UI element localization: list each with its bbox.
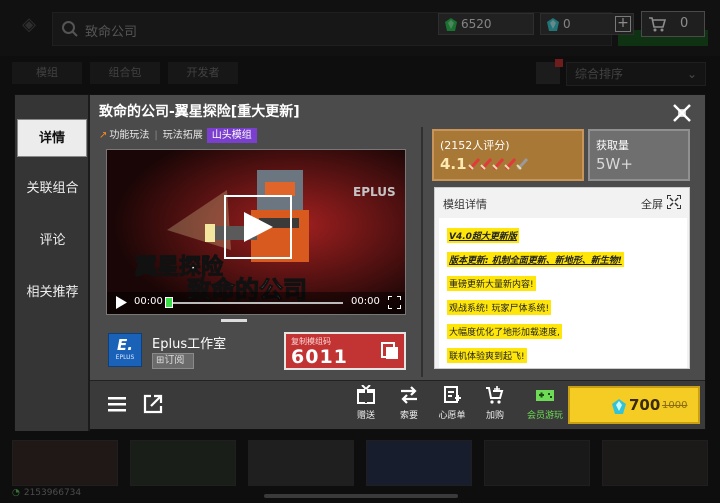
sidebar-item-comments[interactable]: 评论 — [15, 222, 90, 260]
fullscreen-icon[interactable] — [388, 296, 401, 309]
author-avatar[interactable]: E. EPLUS — [108, 333, 142, 367]
expand-icon[interactable] — [667, 195, 681, 209]
sidebar-item-related-bundles[interactable]: 关联组合 — [15, 170, 90, 208]
author-name[interactable]: Eplus工作室 — [152, 333, 226, 352]
add-to-cart-button[interactable]: 加购 — [475, 385, 515, 427]
details-header: 模组详情 全屏 — [435, 188, 689, 216]
rating-sword-icon — [492, 157, 504, 171]
buy-button[interactable]: 700 1000 — [568, 386, 700, 424]
wishlist-icon — [444, 386, 461, 403]
wishlist-label: 心愿单 — [438, 411, 466, 421]
author-logo-sub: EPLUS — [115, 354, 135, 361]
media-page-indicator — [221, 319, 247, 322]
menu-icon[interactable] — [106, 393, 128, 415]
details-line: V4.0超大更新版 — [447, 228, 519, 243]
divider — [421, 127, 423, 377]
downloads-label: 获取量 — [596, 139, 629, 152]
cart-add-icon — [486, 386, 504, 404]
rating-sword-icon — [516, 157, 528, 171]
gift-button[interactable]: 赠送 — [346, 385, 386, 427]
details-line: 大幅度优化了地形加载速度, — [447, 324, 562, 339]
downloads-value: 5W+ — [596, 155, 633, 173]
rating-count: (2152人评分) — [440, 139, 510, 152]
vip-play-label: 会员游玩 — [526, 411, 563, 421]
add-to-cart-label: 加购 — [485, 411, 504, 421]
details-content[interactable]: V4.0超大更新版 版本更新: 机制全面更新、新地形、新生物! 重磅更新大量新内… — [439, 218, 687, 368]
video-frame: EPLUS 翼星探险 致命的公司 — [107, 150, 405, 314]
mod-detail-dialog: 详情 关联组合 评论 相关推荐 致命的公司-翼星探险[重大更新] ↗ 功能玩法 | 玩… — [14, 94, 706, 431]
video-controls: 00:00 00:00 — [107, 292, 405, 314]
mod-details-panel: 模组详情 全屏 V4.0超大更新版 版本更新: 机制全面更新、新地形、新生物! … — [434, 187, 690, 369]
trend-arrow-icon: ↗ — [99, 130, 108, 141]
rating-score: 4.1 — [440, 155, 467, 173]
video-seek-handle[interactable] — [165, 297, 173, 308]
price: 700 — [629, 396, 661, 414]
mod-code: 6011 — [291, 346, 348, 368]
details-line: 版本更新: 机制全面更新、新地形、新生物! — [447, 252, 624, 267]
video-duration: 00:00 — [351, 296, 380, 307]
video-player[interactable]: EPLUS 翼星探险 致命的公司 00:00 00:00 — [106, 149, 406, 315]
original-price: 1000 — [662, 400, 688, 411]
subscribe-button[interactable]: ⊞订阅 — [152, 353, 194, 369]
rating-sword-icon — [468, 157, 480, 171]
mod-title: 致命的公司-翼星探险[重大更新] — [99, 104, 300, 120]
diamond-icon — [612, 399, 626, 414]
gamepad-icon — [536, 390, 554, 401]
copy-mod-code-button[interactable]: 复制模组码 6011 — [284, 332, 406, 370]
mod-badge: 山头模组 — [206, 128, 257, 143]
sidebar-item-details[interactable]: 详情 — [17, 119, 87, 157]
details-title: 模组详情 — [443, 198, 487, 211]
dialog-footer: 赠送 索要 心愿单 加购 会员游玩 700 1000 — [90, 380, 705, 429]
gift-label: 赠送 — [356, 411, 375, 421]
svg-text:EPLUS: EPLUS — [353, 185, 396, 199]
gift-icon — [357, 385, 375, 404]
rating-card[interactable]: (2152人评分) 4.1 — [432, 129, 584, 181]
wishlist-button[interactable]: 心愿单 — [432, 385, 472, 427]
tag-item[interactable]: 玩法拓展 — [163, 130, 203, 141]
downloads-card: 获取量 5W+ — [588, 129, 690, 181]
details-line: 重磅更新大量新内容! — [447, 276, 536, 291]
author-logo-mark: E. — [117, 336, 133, 354]
rating-sword-icon — [504, 157, 516, 171]
video-current-time: 00:00 — [134, 296, 163, 307]
subscribe-label: 订阅 — [164, 355, 185, 366]
swap-arrows-icon — [401, 386, 417, 404]
close-icon[interactable] — [671, 102, 693, 124]
share-icon[interactable] — [142, 393, 164, 415]
details-fullscreen-label[interactable]: 全屏 — [641, 196, 663, 212]
dialog-sidebar: 详情 关联组合 评论 相关推荐 — [15, 95, 90, 431]
copy-icon — [381, 342, 398, 359]
sidebar-item-recommendations[interactable]: 相关推荐 — [15, 274, 90, 312]
tag-separator: | — [154, 130, 158, 141]
play-icon[interactable] — [115, 296, 127, 309]
rating-sword-icon — [480, 157, 492, 171]
vip-play-button[interactable]: 会员游玩 — [522, 385, 568, 427]
request-label: 索要 — [399, 411, 418, 421]
video-seek-bar[interactable] — [165, 302, 343, 304]
request-button[interactable]: 索要 — [389, 385, 429, 427]
details-line: 观战系统! 玩家尸体系统! — [447, 300, 552, 315]
mod-tags: ↗ 功能玩法 | 玩法拓展 山头模组 — [99, 126, 257, 143]
tag-item[interactable]: 功能玩法 — [109, 130, 149, 141]
details-line: 联机体验爽到起飞! — [447, 348, 527, 363]
